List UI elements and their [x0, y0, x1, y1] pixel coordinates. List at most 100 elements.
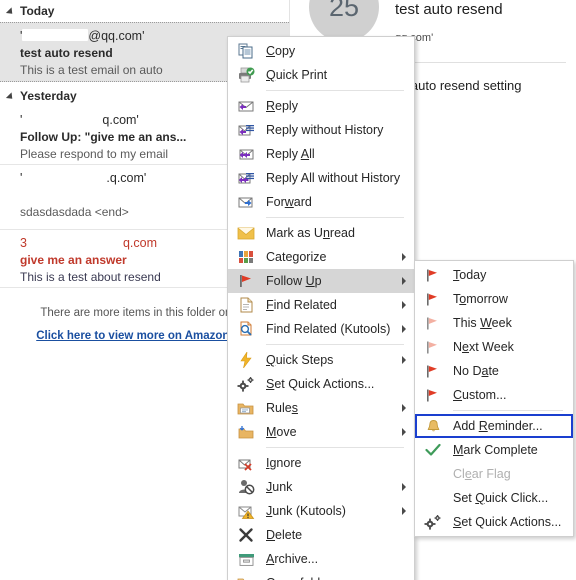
submenu-item-set-quick-click[interactable]: Set Quick Click...	[415, 486, 573, 510]
menu-item-reply[interactable]: Reply	[228, 94, 414, 118]
view-more-link[interactable]: Click here to view more on Amazon Wor	[36, 330, 255, 342]
menu-item-follow-up[interactable]: Follow Up	[228, 269, 414, 293]
menu-item-label: Find Related (Kutools)	[266, 322, 391, 336]
menu-separator	[266, 447, 404, 448]
submenu-item-custom[interactable]: Custom...	[415, 383, 573, 407]
sender-suffix: .q.com'	[106, 171, 147, 185]
quick-steps-icon	[236, 351, 256, 369]
menu-item-categorize[interactable]: Categorize	[228, 245, 414, 269]
menu-item-label: Ignore	[266, 456, 302, 470]
menu-item-label: Find Related	[266, 298, 337, 312]
message-subject: test auto resend	[20, 46, 113, 60]
submenu-item-label: No Date	[453, 364, 499, 378]
menu-item-delete[interactable]: Delete	[228, 523, 414, 547]
group-header-label: Yesterday	[20, 89, 77, 103]
forward-icon	[236, 193, 256, 211]
menu-item-label: Rules	[266, 401, 298, 415]
ignore-icon	[236, 454, 256, 472]
menu-item-label: Junk	[266, 480, 293, 494]
menu-item-junk-kutools[interactable]: Junk (Kutools)	[228, 499, 414, 523]
reply-all-no-history-icon	[236, 169, 256, 187]
menu-item-label: Reply	[266, 99, 298, 113]
menu-item-reply-all-without-history[interactable]: Reply All without History	[228, 166, 414, 190]
delete-icon	[236, 526, 256, 544]
menu-item-move[interactable]: Move	[228, 420, 414, 444]
menu-item-ignore[interactable]: Ignore	[228, 451, 414, 475]
clear-flag-icon-placeholder	[423, 465, 443, 483]
submenu-item-add-reminder[interactable]: Add Reminder...	[415, 414, 573, 438]
message-subject: Follow Up: "give me an ans...	[20, 130, 187, 144]
menu-item-copy[interactable]: Copy	[228, 39, 414, 63]
reply-icon	[236, 97, 256, 115]
menu-item-reply-all[interactable]: Reply All	[228, 142, 414, 166]
submenu-item-label: Add Reminder...	[453, 419, 543, 433]
copy-icon	[236, 42, 256, 60]
redacted-sender	[26, 236, 123, 248]
menu-item-label: Move	[266, 425, 297, 439]
menu-item-junk[interactable]: Junk	[228, 475, 414, 499]
chevron-right-icon	[402, 325, 406, 333]
menu-item-label: Archive...	[266, 552, 319, 566]
submenu-item-label: Set Quick Click...	[453, 491, 549, 505]
menu-item-label: Set Quick Actions...	[266, 377, 375, 391]
sender-suffix: q.com	[122, 236, 157, 250]
submenu-item-label: Tomorrow	[453, 292, 508, 306]
junk-kutools-icon	[236, 502, 256, 520]
menu-item-find-related-kutools[interactable]: Find Related (Kutools)	[228, 317, 414, 341]
menu-item-open-folder[interactable]: Open folder	[228, 571, 414, 580]
menu-item-archive[interactable]: Archive...	[228, 547, 414, 571]
rules-icon	[236, 399, 256, 417]
sender-suffix: @qq.com'	[88, 29, 145, 43]
junk-icon	[236, 478, 256, 496]
quick-print-icon	[236, 66, 256, 84]
reading-pane-subject: test auto resend	[395, 1, 503, 18]
group-header-today[interactable]: Today	[0, 0, 289, 22]
menu-item-mark-as-unread[interactable]: Mark as Unread	[228, 221, 414, 245]
menu-item-label: Mark as Unread	[266, 226, 355, 240]
message-subject: give me an answer	[20, 253, 127, 267]
menu-item-set-quick-actions[interactable]: Set Quick Actions...	[228, 372, 414, 396]
sender-prefix: 3	[20, 236, 27, 250]
menu-separator	[266, 344, 404, 345]
submenu-item-mark-complete[interactable]: Mark Complete	[415, 438, 573, 462]
menu-item-find-related[interactable]: Find Related	[228, 293, 414, 317]
chevron-right-icon	[402, 253, 406, 261]
menu-item-label: Categorize	[266, 250, 327, 264]
menu-separator	[266, 217, 404, 218]
menu-separator	[266, 90, 404, 91]
submenu-item-today[interactable]: Today	[415, 263, 573, 287]
flag-red-icon	[423, 290, 443, 308]
menu-item-quick-steps[interactable]: Quick Steps	[228, 348, 414, 372]
submenu-item-tomorrow[interactable]: Tomorrow	[415, 287, 573, 311]
submenu-separator	[453, 410, 563, 411]
menu-item-label: Reply All	[266, 147, 315, 161]
reply-all-icon	[236, 145, 256, 163]
menu-item-label: Forward	[266, 195, 312, 209]
group-header-label: Today	[20, 4, 55, 18]
chevron-right-icon	[402, 428, 406, 436]
chevron-right-icon	[402, 483, 406, 491]
menu-item-rules[interactable]: Rules	[228, 396, 414, 420]
chevron-right-icon	[402, 356, 406, 364]
submenu-item-no-date[interactable]: No Date	[415, 359, 573, 383]
redacted-sender	[22, 113, 103, 125]
flag-red-icon	[423, 386, 443, 404]
menu-item-quick-print[interactable]: Quick Print	[228, 63, 414, 87]
submenu-item-label: Set Quick Actions...	[453, 515, 562, 529]
chevron-right-icon	[402, 404, 406, 412]
collapse-triangle-icon	[5, 7, 16, 17]
menu-item-label: Reply All without History	[266, 171, 401, 185]
flag-light-icon	[423, 338, 443, 356]
menu-item-reply-without-history[interactable]: Reply without History	[228, 118, 414, 142]
menu-item-forward[interactable]: Forward	[228, 190, 414, 214]
chevron-right-icon	[402, 277, 406, 285]
submenu-item-set-quick-actions[interactable]: Set Quick Actions...	[415, 510, 573, 534]
submenu-item-label: Custom...	[453, 388, 507, 402]
follow-up-flag-icon	[236, 272, 256, 290]
menu-item-label: Quick Steps	[266, 353, 334, 367]
submenu-item-next-week[interactable]: Next Week	[415, 335, 573, 359]
set-quick-actions-icon	[423, 513, 443, 531]
context-menu: Copy Quick Print Reply Reply without His…	[227, 36, 415, 580]
submenu-item-this-week[interactable]: This Week	[415, 311, 573, 335]
submenu-item-label: Mark Complete	[453, 443, 538, 457]
